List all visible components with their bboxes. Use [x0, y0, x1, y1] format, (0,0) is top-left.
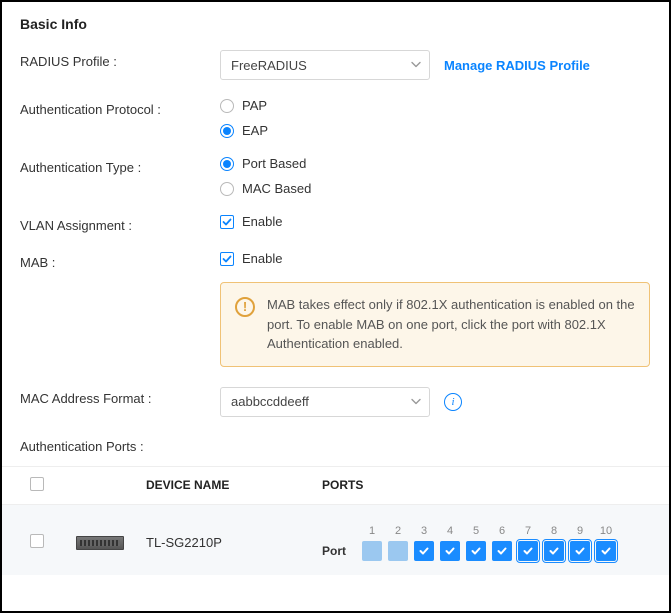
vlan-assignment-checkbox-label: Enable — [242, 214, 282, 229]
auth-protocol-pap[interactable]: PAP — [220, 98, 267, 113]
auth-protocol-label: Authentication Protocol : — [20, 98, 220, 117]
port-number: 9 — [570, 525, 590, 537]
port-number: 7 — [518, 525, 538, 537]
chevron-down-icon — [411, 58, 421, 73]
select-all-checkbox[interactable] — [30, 477, 44, 491]
port-9[interactable] — [570, 541, 590, 561]
port-2[interactable] — [388, 541, 408, 561]
auth-protocol-eap[interactable]: EAP — [220, 123, 268, 138]
auth-type-port-label: Port Based — [242, 156, 306, 171]
mab-toggle[interactable]: Enable — [220, 251, 282, 266]
vlan-assignment-label: VLAN Assignment : — [20, 214, 220, 233]
table-row: TL-SG2210P 123456789 10 Port — [2, 505, 669, 575]
port-number: 3 — [414, 525, 434, 537]
checkbox-checked-icon — [220, 252, 234, 266]
radio-checked-icon — [220, 124, 234, 138]
port-row-label: Port — [322, 544, 356, 558]
port-10[interactable] — [596, 541, 616, 561]
mac-format-label: MAC Address Format : — [20, 387, 220, 406]
auth-type-mac-label: MAC Based — [242, 181, 311, 196]
radius-profile-label: RADIUS Profile : — [20, 50, 220, 69]
section-title: Basic Info — [20, 16, 651, 32]
auth-type-mac[interactable]: MAC Based — [220, 181, 311, 196]
port-6[interactable] — [492, 541, 512, 561]
row-checkbox[interactable] — [30, 534, 44, 548]
mab-label: MAB : — [20, 251, 220, 270]
port-number: 6 — [492, 525, 512, 537]
mab-checkbox-label: Enable — [242, 251, 282, 266]
port-number: 5 — [466, 525, 486, 537]
device-icon — [76, 536, 124, 550]
port-number: 4 — [440, 525, 460, 537]
port-number: 1 — [362, 525, 382, 537]
mac-format-select[interactable]: aabbccddeeff — [220, 387, 430, 417]
auth-protocol-pap-label: PAP — [242, 98, 267, 113]
port-3[interactable] — [414, 541, 434, 561]
auth-type-port[interactable]: Port Based — [220, 156, 306, 171]
info-icon[interactable]: i — [444, 393, 462, 411]
port-number: 10 — [596, 525, 616, 537]
mab-alert: ! MAB takes effect only if 802.1X authen… — [220, 282, 650, 367]
radius-profile-select[interactable]: FreeRADIUS — [220, 50, 430, 80]
device-name: TL-SG2210P — [146, 535, 322, 550]
auth-protocol-eap-label: EAP — [242, 123, 268, 138]
checkbox-checked-icon — [220, 215, 234, 229]
radius-profile-value: FreeRADIUS — [231, 58, 307, 73]
port-5[interactable] — [466, 541, 486, 561]
ports-table-header: DEVICE NAME PORTS — [2, 466, 669, 505]
port-number: 8 — [544, 525, 564, 537]
mac-format-value: aabbccddeeff — [231, 394, 309, 409]
chevron-down-icon — [411, 394, 421, 409]
manage-radius-profile-link[interactable]: Manage RADIUS Profile — [444, 58, 590, 73]
radio-checked-icon — [220, 157, 234, 171]
port-1[interactable] — [362, 541, 382, 561]
vlan-assignment-toggle[interactable]: Enable — [220, 214, 282, 229]
port-number: 2 — [388, 525, 408, 537]
header-device-name: DEVICE NAME — [146, 478, 322, 492]
port-4[interactable] — [440, 541, 460, 561]
header-ports: PORTS — [322, 478, 641, 492]
port-7[interactable] — [518, 541, 538, 561]
auth-type-label: Authentication Type : — [20, 156, 220, 175]
radio-icon — [220, 182, 234, 196]
port-8[interactable] — [544, 541, 564, 561]
radio-icon — [220, 99, 234, 113]
auth-ports-label: Authentication Ports : — [20, 435, 144, 454]
warning-icon: ! — [235, 297, 255, 317]
mab-alert-text: MAB takes effect only if 802.1X authenti… — [267, 295, 635, 354]
port-numbers: 123456789 10 — [322, 525, 641, 537]
